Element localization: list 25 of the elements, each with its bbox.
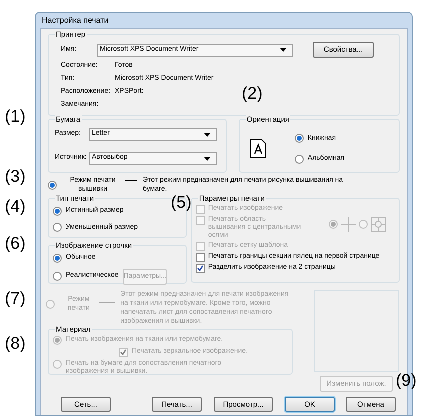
caret-icon — [280, 48, 287, 52]
callout-number: (9) — [396, 372, 417, 390]
crosshair-icon — [341, 217, 356, 232]
radio-button[interactable] — [53, 254, 62, 263]
radio-button[interactable] — [53, 272, 62, 281]
checkbox[interactable] — [196, 253, 206, 262]
radio-button[interactable] — [48, 181, 57, 190]
page-portrait-icon — [250, 139, 267, 159]
callout-number: (3) — [5, 168, 26, 186]
callout-number: (7) — [5, 290, 26, 308]
hoop-icon — [371, 217, 386, 232]
callout-number: (4) — [5, 198, 26, 216]
radio-button[interactable] — [294, 154, 304, 164]
caret-icon — [204, 156, 211, 160]
callout-number: (6) — [5, 235, 26, 253]
checkbox[interactable] — [196, 264, 206, 273]
radio-button[interactable] — [53, 206, 62, 216]
callout-number: (1) — [5, 108, 26, 126]
radio-button[interactable] — [294, 134, 304, 144]
callout-number: (5) — [171, 194, 192, 212]
radio-button[interactable] — [53, 223, 62, 232]
callout-number: (8) — [5, 335, 26, 353]
window-title: Настройка печати — [41, 15, 110, 27]
callout-number: (2) — [242, 85, 263, 103]
caret-icon — [204, 132, 211, 136]
